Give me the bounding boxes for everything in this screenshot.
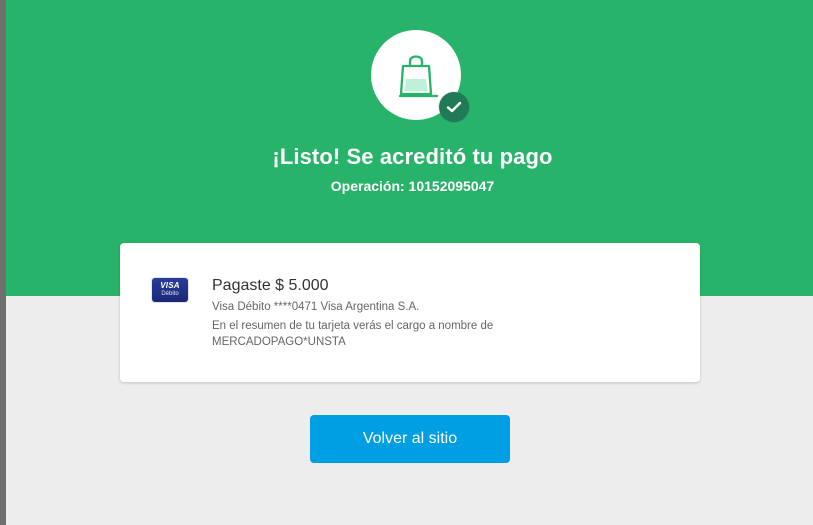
success-icon-group — [371, 30, 469, 122]
payment-method: Visa Débito ****0471 Visa Argentina S.A. — [212, 301, 420, 313]
statement-note: En el resumen de tu tarjeta verás el car… — [212, 320, 494, 332]
visa-brand-label: VISA — [160, 281, 180, 290]
statement-merchant: MERCADOPAGO*UNSTA — [212, 336, 346, 348]
card-type-label: Débito — [161, 291, 179, 297]
success-title: ¡Listo! Se acreditó tu pago — [272, 144, 553, 169]
payment-summary-card: VISA Débito Pagaste $ 5.000 Visa Débito … — [120, 243, 700, 382]
operation-number: Operación: 10152095047 — [330, 178, 495, 194]
payment-amount: Pagaste $ 5.000 — [212, 277, 329, 294]
check-icon — [439, 92, 469, 122]
return-to-site-button[interactable]: Volver al sitio — [310, 415, 510, 463]
visa-card-icon: VISA Débito — [152, 278, 188, 302]
window-left-edge — [0, 0, 6, 525]
